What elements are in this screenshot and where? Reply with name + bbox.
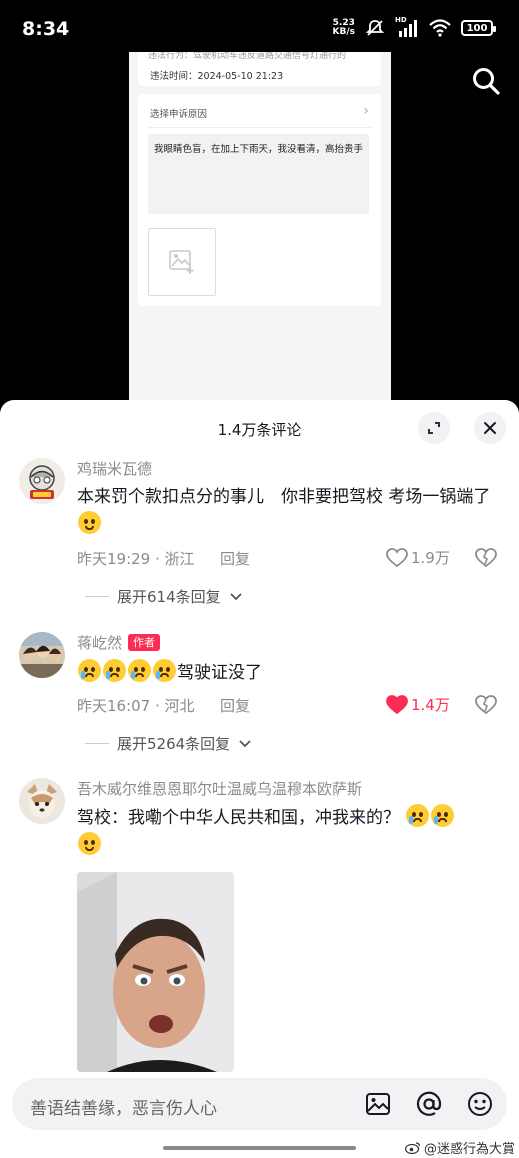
- divider: [148, 127, 371, 128]
- divider: [85, 596, 109, 597]
- crying-emoji-icon: [128, 659, 151, 682]
- appeal-reason-title: 选择申诉原因: [150, 109, 208, 120]
- home-indicator[interactable]: [163, 1146, 356, 1150]
- status-bar: 8:34 5.23 KB/s HD 100: [0, 0, 519, 52]
- collapse-icon: [428, 422, 440, 434]
- comment-text: 驾驶证没了: [77, 659, 507, 687]
- crying-emoji-icon: [153, 659, 176, 682]
- comment-image[interactable]: [77, 872, 234, 1072]
- comment-text: 本来罚个款扣点分的事儿 你非要把驾校 考场一锅端了: [77, 484, 507, 539]
- avatar[interactable]: [19, 458, 65, 504]
- video-area[interactable]: 违法行为：驾驶机动车违反道路交通信号灯通行的 违法时间：2024-05-10 2…: [0, 52, 519, 412]
- comment-input-bar[interactable]: 善语结善缘，恶言伤人心: [12, 1078, 507, 1130]
- mention-button[interactable]: [415, 1090, 443, 1118]
- mute-icon: [365, 20, 385, 36]
- reply-button[interactable]: 回复: [220, 695, 250, 716]
- appeal-reason-textbox: 我眼睛色盲，在加上下雨天，我没看清，高抬贵手: [148, 134, 369, 214]
- divider: [85, 743, 109, 744]
- crying-emoji-icon: [431, 804, 455, 827]
- chevron-down-icon: [239, 739, 251, 747]
- broken-heart-icon: [475, 695, 497, 715]
- avatar[interactable]: [19, 778, 65, 824]
- appeal-card: 选择申诉原因 › 我眼睛色盲，在加上下雨天，我没看清，高抬贵手: [138, 94, 381, 306]
- comment-username[interactable]: 吾木威尔维恩恩耶尔吐温威乌温穆本欧萨斯: [77, 778, 362, 799]
- emoji-icon: [78, 832, 101, 855]
- image-icon: [366, 1093, 390, 1115]
- chevron-right-icon: ›: [363, 103, 369, 119]
- comments-sheet: 1.4万条评论 鸡瑞米瓦德 本来罚个款扣点分的事儿 你非要把驾校 考场一锅端了 …: [0, 400, 519, 1158]
- crying-emoji-icon: [406, 804, 430, 827]
- expand-replies-button[interactable]: 展开614条回复: [85, 586, 243, 607]
- chevron-down-icon: [230, 592, 242, 600]
- close-button[interactable]: [474, 412, 506, 444]
- expand-replies-button[interactable]: 展开5264条回复: [85, 733, 252, 754]
- emoji-icon: [78, 511, 101, 534]
- battery-icon: 100: [461, 20, 496, 36]
- avatar[interactable]: [19, 632, 65, 678]
- comment-text: 驾校：我嘞个中华人民共和国，冲我来的？: [77, 804, 507, 860]
- like-button[interactable]: 1.4万: [386, 694, 450, 715]
- weibo-icon: [404, 1142, 421, 1154]
- status-icons: 5.23 KB/s HD 100: [332, 16, 496, 38]
- image-button[interactable]: [364, 1090, 392, 1118]
- heart-icon: [386, 547, 408, 567]
- collapse-button[interactable]: [418, 412, 450, 444]
- smiley-icon: [468, 1092, 492, 1116]
- network-speed: 5.23 KB/s: [332, 18, 355, 37]
- like-count: 1.9万: [411, 549, 450, 567]
- author-badge: 作者: [128, 634, 161, 651]
- violation-card: 违法行为：驾驶机动车违反道路交通信号灯通行的 违法时间：2024-05-10 2…: [138, 52, 381, 86]
- broken-heart-icon: [475, 548, 497, 568]
- emoji-button[interactable]: [466, 1090, 494, 1118]
- crying-emoji-icon: [103, 659, 126, 682]
- comment-time-location: 昨天19:29 · 浙江: [77, 550, 195, 568]
- comment-username[interactable]: 鸡瑞米瓦德: [77, 458, 152, 479]
- comment-input-placeholder[interactable]: 善语结善缘，恶言伤人心: [30, 1094, 217, 1119]
- add-image-icon: [169, 250, 194, 274]
- reply-button[interactable]: 回复: [220, 548, 250, 569]
- video-screenshot: 违法行为：驾驶机动车违反道路交通信号灯通行的 违法时间：2024-05-10 2…: [129, 52, 391, 404]
- dislike-button[interactable]: [475, 695, 497, 719]
- wifi-icon: [429, 19, 451, 37]
- comment-time-location: 昨天16:07 · 河北: [77, 697, 195, 715]
- signal-icon: HD: [395, 16, 419, 37]
- search-icon: [473, 68, 500, 95]
- close-icon: [484, 422, 496, 434]
- comment-username[interactable]: 蒋屹然 作者: [77, 632, 161, 653]
- at-icon: [416, 1091, 442, 1116]
- search-button[interactable]: [469, 64, 503, 98]
- heart-filled-icon: [386, 694, 408, 714]
- watermark: @迷惑行為大賞: [404, 1138, 515, 1157]
- status-time: 8:34: [22, 18, 70, 40]
- like-count: 1.4万: [411, 696, 450, 714]
- appeal-reason-text: 我眼睛色盲，在加上下雨天，我没看清，高抬贵手: [154, 144, 364, 155]
- like-button[interactable]: 1.9万: [386, 547, 450, 568]
- violation-time: 违法时间：2024-05-10 21:23: [150, 71, 284, 82]
- image-upload-placeholder: [148, 228, 216, 296]
- dislike-button[interactable]: [475, 548, 497, 572]
- violation-type: 违法行为：驾驶机动车违反道路交通信号灯通行的: [148, 52, 347, 61]
- crying-emoji-icon: [78, 659, 101, 682]
